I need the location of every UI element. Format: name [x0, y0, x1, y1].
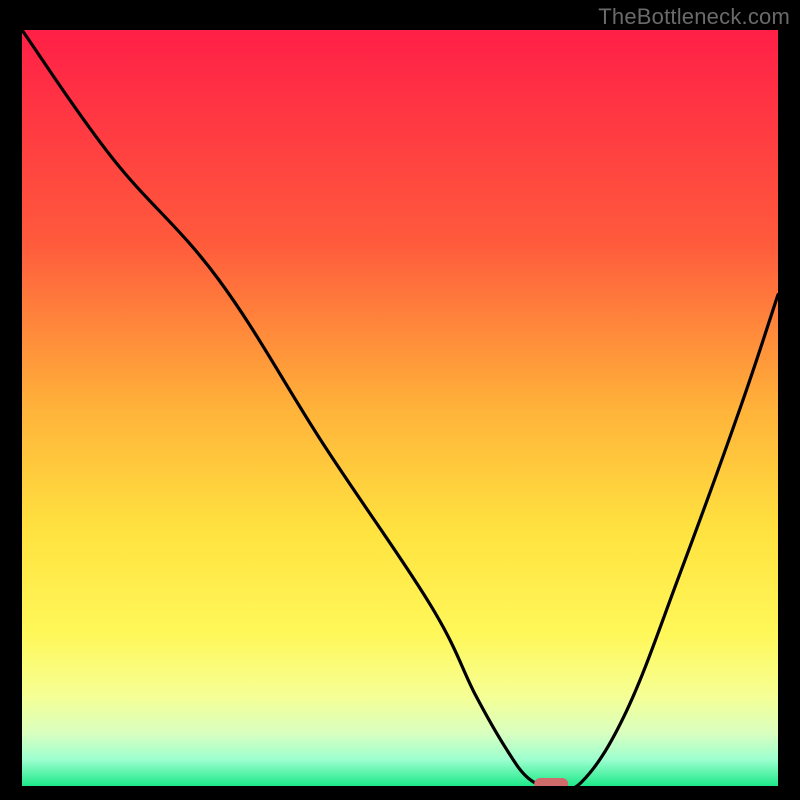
chart-frame: TheBottleneck.com [0, 0, 800, 800]
optimal-marker [534, 778, 568, 786]
plot-area [22, 30, 778, 786]
gradient-background [22, 30, 778, 786]
chart-svg [22, 30, 778, 786]
watermark-text: TheBottleneck.com [598, 4, 790, 30]
